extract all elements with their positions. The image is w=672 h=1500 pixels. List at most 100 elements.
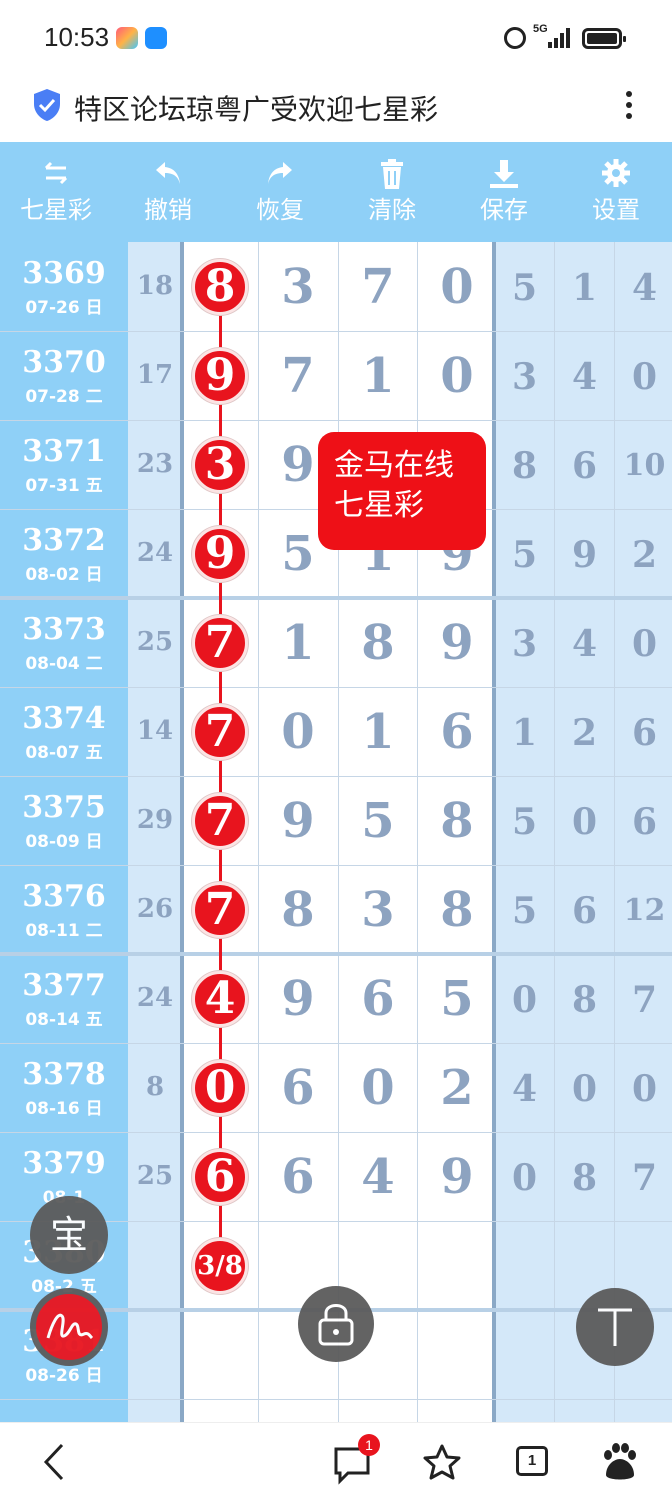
status-bar: 10:53 5G (0, 0, 672, 78)
right-digit: 1 (571, 267, 598, 309)
middle-digit: 9 (440, 1149, 474, 1205)
treasure-button[interactable]: 宝 (30, 1196, 108, 1274)
period-number: 3370 (22, 345, 106, 380)
sum-value: 24 (136, 983, 174, 1013)
right-digit: 2 (571, 712, 598, 754)
right-digit: 7 (631, 979, 658, 1021)
sum-value: 8 (145, 1072, 165, 1102)
message-badge: 1 (358, 1434, 380, 1456)
toolbar: 七星彩 撤销 恢复 清除 保存 设置 (0, 142, 672, 242)
middle-digit: 3 (281, 259, 315, 315)
first-digit-ball[interactable]: 3/8 (192, 1238, 248, 1294)
favorites-button[interactable] (420, 1437, 464, 1487)
page-title: 特区论坛琼粤广受欢迎七星彩 (74, 93, 439, 126)
first-digit-ball[interactable]: 6 (192, 1149, 248, 1205)
more-menu-button[interactable] (614, 88, 644, 126)
middle-digit: 0 (361, 1060, 395, 1116)
app-notification-icon (116, 27, 138, 49)
swap-icon (0, 158, 112, 196)
right-digit: 5 (511, 534, 538, 576)
bottom-navigation (0, 1422, 672, 1500)
first-digit-ball[interactable]: 7 (192, 882, 248, 938)
right-digit: 3 (511, 356, 538, 398)
right-digit: 10 (623, 448, 666, 483)
first-digit-ball[interactable]: 7 (192, 704, 248, 760)
middle-digit: 8 (440, 793, 474, 849)
right-digit: 6 (631, 712, 658, 754)
first-digit-ball[interactable]: 4 (192, 971, 248, 1027)
gear-icon (560, 158, 672, 196)
draw-date: 08-11 二 (25, 921, 103, 941)
grid-hline (0, 1399, 672, 1400)
undo-icon (112, 158, 224, 196)
first-digit-ball[interactable]: 8 (192, 259, 248, 315)
table-row[interactable]: 3375 08-09 日 29 7 9 5 8 5 0 6 (0, 776, 672, 865)
first-digit-ball[interactable]: 3 (192, 437, 248, 493)
middle-digit: 4 (361, 1149, 395, 1205)
sum-value: 23 (136, 449, 174, 479)
middle-digit: 3 (361, 882, 395, 938)
draw-date: 07-26 日 (25, 298, 103, 318)
baidu-button[interactable] (596, 1437, 640, 1487)
save-button[interactable]: 保存 (448, 142, 560, 242)
right-digit: 9 (571, 534, 598, 576)
right-digit: 7 (631, 1157, 658, 1199)
ad-label-overlay[interactable]: 金马在线 七星彩 (318, 432, 486, 550)
settings-button[interactable]: 设置 (560, 142, 672, 242)
table-row[interactable]: 3370 07-28 二 17 9 7 1 0 3 4 0 (0, 331, 672, 420)
right-digit: 0 (571, 801, 598, 843)
table-row[interactable]: 3377 08-14 五 24 4 9 6 5 0 8 7 (0, 954, 672, 1043)
sum-value: 18 (136, 271, 174, 301)
first-digit-ball[interactable]: 7 (192, 793, 248, 849)
table-row[interactable]: 3378 08-16 日80602400 (0, 1043, 672, 1132)
middle-digit: 0 (281, 704, 315, 760)
redo-icon (224, 158, 336, 196)
middle-digit: 8 (440, 882, 474, 938)
draw-date: 08-16 日 (25, 1099, 103, 1119)
right-digit: 0 (631, 1068, 658, 1110)
table-row[interactable]: 3376 08-11 二 26 7 8 3 8 5 6 12 (0, 865, 672, 954)
table-row[interactable]: 3369 07-26 日 18 8 3 7 0 5 1 4 (0, 242, 672, 331)
period-number: 3374 (22, 701, 106, 736)
lottery-type-button[interactable]: 七星彩 (0, 142, 112, 242)
download-icon (448, 158, 560, 196)
undo-button[interactable]: 撤销 (112, 142, 224, 242)
middle-digit: 6 (281, 1149, 315, 1205)
middle-digit: 6 (281, 1060, 315, 1116)
shield-icon (34, 89, 60, 121)
toolbar-label: 设置 (592, 196, 640, 224)
right-digit: 2 (631, 534, 658, 576)
sum-value: 14 (136, 716, 174, 746)
right-digit: 0 (631, 356, 658, 398)
clear-button[interactable]: 清除 (336, 142, 448, 242)
draw-date: 08-26 日 (25, 1366, 103, 1386)
draw-date: 08-14 五 (25, 1010, 103, 1030)
draw-date: 07-28 二 (25, 387, 103, 407)
back-button[interactable] (36, 1437, 76, 1487)
signal-icon (548, 26, 574, 48)
first-digit-ball[interactable]: 9 (192, 348, 248, 404)
period-number: 3377 (22, 968, 106, 1003)
first-digit-ball[interactable]: 9 (192, 526, 248, 582)
text-tool-button[interactable] (576, 1288, 654, 1366)
middle-digit: 1 (361, 348, 395, 404)
middle-digit: 0 (440, 259, 474, 315)
right-digit: 0 (571, 1068, 598, 1110)
first-digit-ball[interactable]: 7 (192, 615, 248, 671)
middle-digit: 6 (361, 971, 395, 1027)
signature-button[interactable] (30, 1288, 108, 1366)
period-number: 3379 (22, 1146, 106, 1181)
right-digit: 0 (511, 1157, 538, 1199)
first-digit-ball[interactable]: 0 (192, 1060, 248, 1116)
period-number: 3369 (22, 256, 106, 291)
table-row[interactable]: 3374 08-07 五 14 7 0 1 6 1 2 6 (0, 687, 672, 776)
table-row[interactable]: 3373 08-04 二 25 7 1 8 9 3 4 0 (0, 598, 672, 687)
redo-button[interactable]: 恢复 (224, 142, 336, 242)
tabs-count-button[interactable]: 1 (516, 1446, 548, 1476)
middle-digit: 9 (440, 615, 474, 671)
lock-button[interactable] (298, 1286, 374, 1362)
right-digit: 4 (511, 1068, 538, 1110)
draw-date: 07-31 五 (25, 476, 103, 496)
sum-value: 24 (136, 538, 174, 568)
toolbar-label: 清除 (368, 196, 416, 224)
